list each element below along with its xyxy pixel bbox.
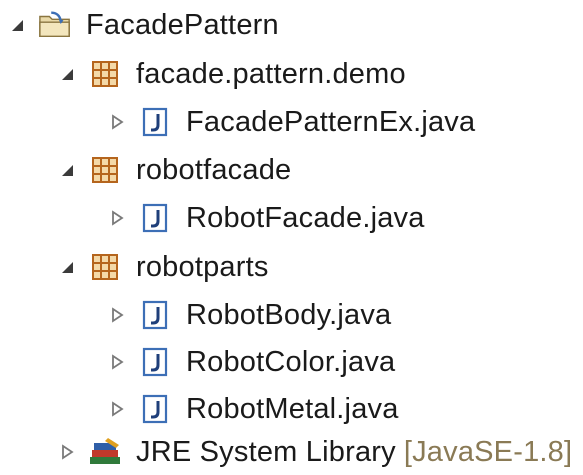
library-version-suffix: [JavaSE-1.8] xyxy=(403,435,573,468)
tree-item-file[interactable]: RobotBody.java xyxy=(106,292,391,338)
java-file-icon xyxy=(138,347,172,377)
project-folder-icon xyxy=(38,10,72,40)
java-file-icon xyxy=(138,107,172,137)
project-label: FacadePattern xyxy=(86,8,279,41)
file-label: RobotMetal.java xyxy=(186,392,399,425)
expanded-arrow-icon[interactable] xyxy=(6,14,28,36)
collapsed-arrow-icon[interactable] xyxy=(56,441,78,463)
tree-item-file[interactable]: RobotMetal.java xyxy=(106,386,399,432)
java-file-icon xyxy=(138,300,172,330)
expanded-arrow-icon[interactable] xyxy=(56,256,78,278)
collapsed-arrow-icon[interactable] xyxy=(106,398,128,420)
package-icon xyxy=(88,59,122,89)
collapsed-arrow-icon[interactable] xyxy=(106,111,128,133)
file-label: RobotFacade.java xyxy=(186,201,425,234)
library-books-icon xyxy=(88,437,122,467)
tree-item-file[interactable]: FacadePatternEx.java xyxy=(106,99,475,145)
expanded-arrow-icon[interactable] xyxy=(56,63,78,85)
tree-item-package-robotfacade[interactable]: robotfacade xyxy=(56,147,291,193)
package-label: robotparts xyxy=(136,250,269,283)
java-file-icon xyxy=(138,394,172,424)
package-explorer-tree: FacadePattern facade.pattern.demo Facade… xyxy=(0,0,583,475)
tree-item-package-facade-pattern-demo[interactable]: facade.pattern.demo xyxy=(56,51,406,97)
expanded-arrow-icon[interactable] xyxy=(56,159,78,181)
library-label: JRE System Library xyxy=(136,435,396,468)
collapsed-arrow-icon[interactable] xyxy=(106,207,128,229)
package-icon xyxy=(88,155,122,185)
tree-item-jre-library[interactable]: JRE System Library [JavaSE-1.8] xyxy=(56,429,572,475)
tree-item-file[interactable]: RobotFacade.java xyxy=(106,195,425,241)
package-icon xyxy=(88,252,122,282)
package-label: facade.pattern.demo xyxy=(136,57,406,90)
java-file-icon xyxy=(138,203,172,233)
package-label: robotfacade xyxy=(136,153,292,186)
file-label: FacadePatternEx.java xyxy=(186,105,476,138)
collapsed-arrow-icon[interactable] xyxy=(106,351,128,373)
file-label: RobotBody.java xyxy=(186,298,392,331)
tree-item-project[interactable]: FacadePattern xyxy=(6,2,279,48)
tree-item-package-robotparts[interactable]: robotparts xyxy=(56,244,269,290)
tree-item-file[interactable]: RobotColor.java xyxy=(106,339,395,385)
file-label: RobotColor.java xyxy=(186,345,396,378)
collapsed-arrow-icon[interactable] xyxy=(106,304,128,326)
